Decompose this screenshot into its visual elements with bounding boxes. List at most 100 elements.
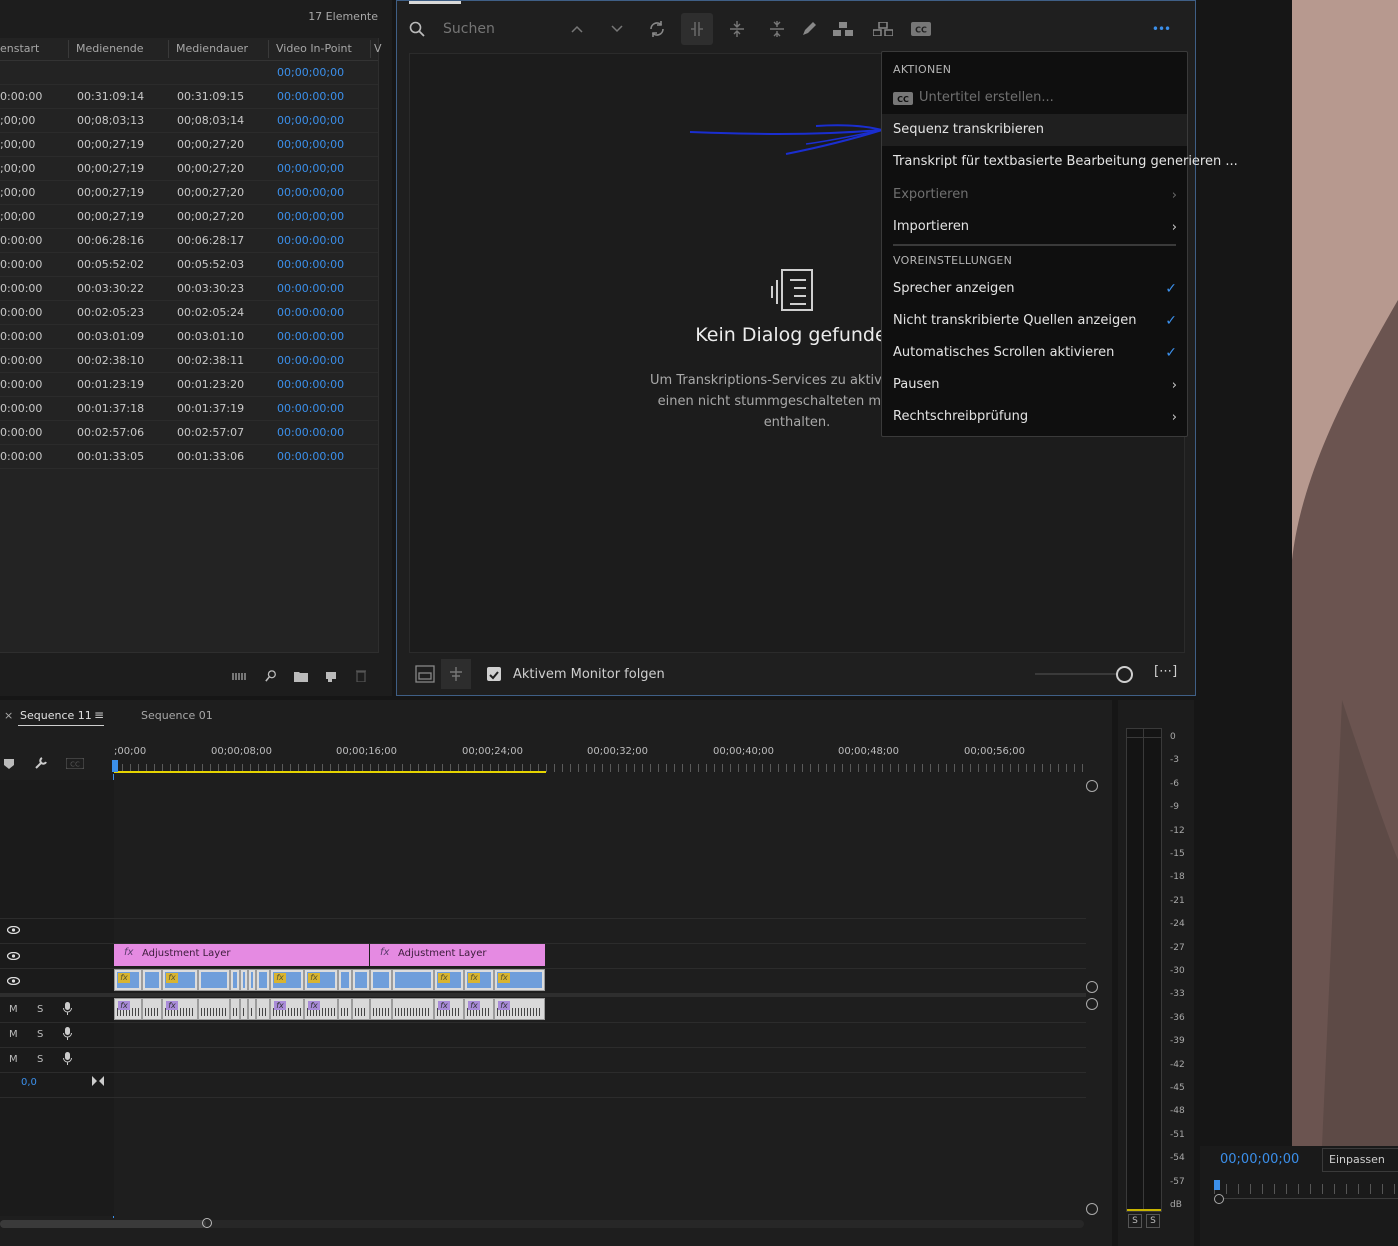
expand-button[interactable]: [⋯] [1154,664,1177,679]
audio-clip[interactable]: fx [494,998,545,1020]
menu-item-show-speakers[interactable]: Sprecher anzeigen ✓ [882,273,1187,305]
program-time-ruler[interactable] [1214,1184,1398,1194]
horizontal-scroll-thumb[interactable] [0,1220,206,1228]
video-clip[interactable]: fx [464,969,494,991]
audio-clip[interactable]: fx [464,998,494,1020]
video-clip[interactable]: fx [434,969,464,991]
table-row[interactable]: 0:00:00 00:01:33:05 00:01:33:06 00:00:00:00 [0,445,378,469]
eye-icon[interactable] [7,952,20,960]
find-icon[interactable] [264,670,278,682]
col-media-end[interactable]: Medienende [76,42,144,55]
new-bin-icon[interactable] [294,670,308,682]
speaker-button[interactable] [827,13,859,45]
audio-clip[interactable] [392,998,434,1020]
microphone-icon[interactable] [63,1002,72,1015]
merge-up-button[interactable] [721,13,753,45]
video-clip[interactable] [240,969,248,991]
col-v[interactable]: V [374,42,382,55]
col-media-duration[interactable]: Mediendauer [176,42,248,55]
audio-clip[interactable] [142,998,162,1020]
table-row[interactable]: ;00;00 00;00;27;19 00;00;27;20 00;00;00;00 [0,157,378,181]
table-row[interactable]: 0:00:00 00:31:09:14 00:31:09:15 00:00:00:00 [0,85,378,109]
table-row[interactable]: 0:00:00 00:06:28:16 00:06:28:17 00:00:00:00 [0,229,378,253]
menu-item-transcribe-sequence[interactable]: Sequenz transkribieren [882,114,1187,146]
mute-a1[interactable]: M [9,1004,18,1015]
split-segment-button[interactable] [681,13,713,45]
eye-icon[interactable] [7,977,20,985]
table-row[interactable]: 0:00:00 00:02:57:06 00:02:57:07 00:00:00:00 [0,421,378,445]
video-clip[interactable] [248,969,256,991]
playhead-handle[interactable] [112,760,118,772]
audio-clip[interactable] [248,998,256,1020]
horizontal-scroll-handle[interactable] [202,1218,212,1228]
close-tab-icon[interactable]: × [4,709,13,722]
menu-item-export[interactable]: Exportieren › [882,179,1187,211]
table-row[interactable]: ;00;00 00;00;27;19 00;00;27;20 00;00;00;00 [0,181,378,205]
microphone-icon[interactable] [63,1027,72,1040]
audio-clip[interactable]: fx [162,998,198,1020]
video-clip[interactable] [338,969,352,991]
master-volume[interactable]: 0,0 [21,1077,37,1088]
merge-down-button[interactable] [761,13,793,45]
col-video-in-point[interactable]: Video In-Point [276,42,352,55]
table-row[interactable]: ;00;00 00;08;03;13 00;08;03;14 00;00;00;00 [0,109,378,133]
wrench-icon[interactable] [34,756,48,770]
zoom-slider-track[interactable] [1035,673,1117,675]
vertical-scroll-handle[interactable] [1086,998,1098,1010]
solo-right-button[interactable]: S [1146,1214,1160,1228]
solo-a2[interactable]: S [37,1029,43,1040]
table-row[interactable]: ;00;00 00;00;27;19 00;00;27;20 00;00;00;00 [0,205,378,229]
audio-clip[interactable] [370,998,392,1020]
transcript-view-button[interactable] [441,659,471,689]
more-options-button[interactable]: ••• [1145,13,1177,45]
video-clip[interactable]: fx [162,969,198,991]
audio-clip[interactable] [352,998,370,1020]
fit-dropdown[interactable]: Einpassen [1322,1148,1398,1172]
audio-clip[interactable]: fx [304,998,338,1020]
menu-item-generate-transcript[interactable]: Transkript für textbasierte Bearbeitung … [882,146,1238,178]
table-row[interactable]: 0:00:00 00:02:38:10 00:02:38:11 00:00:00:00 [0,349,378,373]
menu-item-create-captions[interactable]: CC Untertitel erstellen... [882,82,1187,114]
audio-clip[interactable] [256,998,270,1020]
vertical-scroll-handle[interactable] [1086,1203,1098,1215]
mute-a3[interactable]: M [9,1054,18,1065]
search-next-button[interactable] [601,13,633,45]
table-row[interactable]: ;00;00 00;00;27;19 00;00;27;20 00;00;00;00 [0,133,378,157]
solo-a3[interactable]: S [37,1054,43,1065]
list-view-icon[interactable] [232,670,246,682]
table-row[interactable]: 0:00:00 00:03:30:22 00:03:30:23 00:00:00:00 [0,277,378,301]
video-clip[interactable] [142,969,162,991]
audio-clip[interactable] [338,998,352,1020]
video-clip[interactable] [256,969,270,991]
solo-left-button[interactable]: S [1128,1214,1142,1228]
table-row[interactable]: 00;00;00;00 [0,61,378,85]
program-zoom-handle[interactable] [1214,1194,1224,1204]
tab-sequence-01[interactable]: Sequence 01 [141,709,213,722]
replace-button[interactable] [641,13,673,45]
eye-icon[interactable] [7,926,20,934]
menu-item-auto-scroll[interactable]: Automatisches Scrollen aktivieren ✓ [882,337,1187,369]
zoom-slider-handle[interactable] [1116,666,1133,683]
video-clip[interactable] [198,969,230,991]
program-zoom-track[interactable] [1224,1198,1398,1199]
track-divider[interactable] [0,993,1086,997]
video-clip[interactable] [370,969,392,991]
work-area-bar[interactable] [114,771,546,773]
video-clip[interactable] [352,969,370,991]
microphone-icon[interactable] [63,1052,72,1065]
captions-button[interactable]: CC [905,13,937,45]
col-media-start[interactable]: enstart [0,42,39,55]
tab-menu-icon[interactable]: ≡ [94,708,104,722]
menu-item-show-untranscribed[interactable]: Nicht transkribierte Quellen anzeigen ✓ [882,305,1187,337]
audio-clip[interactable]: fx [270,998,304,1020]
tab-sequence-11[interactable]: Sequence 11 [20,709,92,722]
follow-monitor-checkbox[interactable] [487,667,501,681]
search-previous-button[interactable] [561,13,593,45]
video-clip[interactable]: fx [270,969,304,991]
adjustment-layer-clip[interactable]: fx Adjustment Layer [114,944,369,966]
vertical-scroll-handle[interactable] [1086,780,1098,792]
video-clip[interactable]: fx [304,969,338,991]
marker-icon[interactable] [3,758,15,770]
program-playhead[interactable] [1214,1180,1220,1190]
menu-item-pauses[interactable]: Pausen › [882,369,1187,401]
